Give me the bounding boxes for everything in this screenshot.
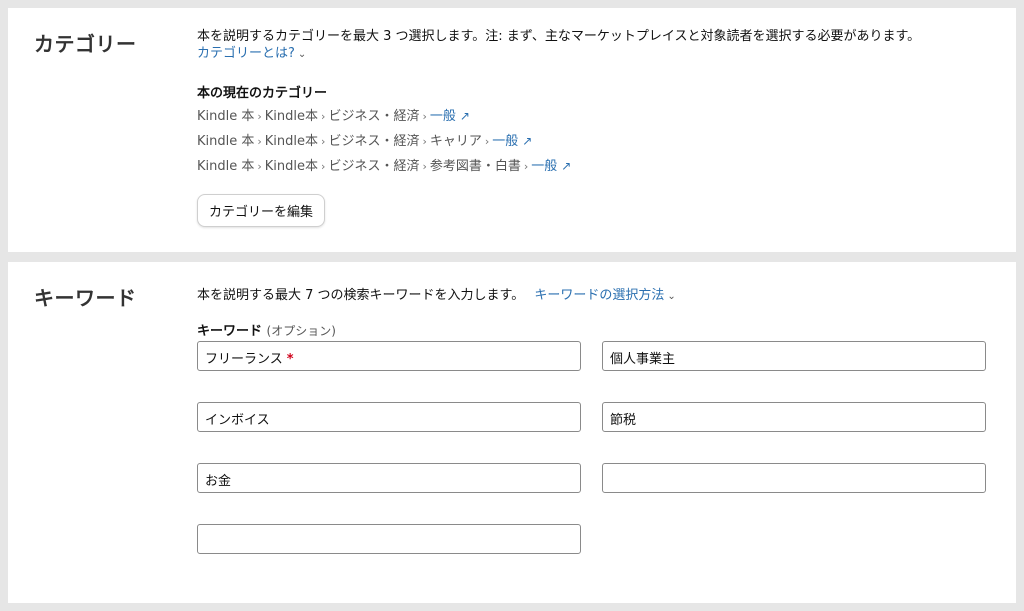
category-path-segment: Kindle 本 (197, 159, 255, 174)
external-link-icon[interactable]: ↗ (460, 109, 470, 123)
chevron-right-icon: › (257, 160, 262, 173)
current-categories-heading: 本の現在のカテゴリー (197, 86, 328, 101)
category-leaf-link[interactable]: 一般 (430, 109, 456, 124)
keyword-input-2[interactable]: 個人事業主 (602, 341, 986, 371)
keywords-optional-text: (オプション) (266, 324, 336, 338)
keywords-content: 本を説明する最大 7 つの検索キーワードを入力します。 キーワードの選択方法 ⌄ … (197, 287, 996, 339)
category-path-segment: Kindle本 (264, 134, 319, 149)
keywords-field-label: キーワード (オプション) (197, 320, 996, 339)
category-path: Kindle 本 › Kindle本 › ビジネス・経済 › キャリア › 一般 ↗ (197, 129, 996, 154)
keyword-input-3[interactable]: インボイス (197, 402, 581, 432)
keywords-section: キーワード 本を説明する最大 7 つの検索キーワードを入力します。 キーワードの… (8, 262, 1016, 603)
categories-section: カテゴリー 本を説明するカテゴリーを最大 3 つ選択します。注: まず、主なマー… (8, 8, 1016, 252)
chevron-right-icon: › (422, 110, 427, 123)
categories-help-link[interactable]: カテゴリーとは? (197, 46, 295, 61)
chevron-right-icon: › (422, 135, 427, 148)
category-path-list: Kindle 本 › Kindle本 › ビジネス・経済 › 一般 ↗ Kindle 本 › Kin… (197, 104, 996, 179)
chevron-right-icon: › (321, 110, 326, 123)
category-path-segment: 参考図書・白書 (429, 159, 521, 174)
keywords-description: 本を説明する最大 7 つの検索キーワードを入力します。 (197, 288, 525, 303)
keyword-value-2: 個人事業主 (610, 352, 676, 367)
keyword-input-5[interactable]: お金 (197, 463, 581, 493)
chevron-right-icon: › (523, 160, 529, 173)
chevron-right-icon: › (257, 110, 262, 123)
category-leaf-link[interactable]: 一般 (531, 159, 557, 174)
keywords-description-row: 本を説明する最大 7 つの検索キーワードを入力します。 キーワードの選択方法 ⌄ (197, 287, 996, 305)
keywords-help-link[interactable]: キーワードの選択方法 (534, 288, 664, 303)
keywords-label-text: キーワード (197, 324, 263, 339)
chevron-right-icon: › (484, 135, 490, 148)
categories-help[interactable]: カテゴリーとは? ⌄ (197, 45, 996, 63)
external-link-icon[interactable]: ↗ (522, 134, 532, 148)
chevron-right-icon: › (257, 135, 262, 148)
category-path-segment: Kindle本 (264, 109, 319, 124)
category-path-segment: Kindle 本 (197, 109, 255, 124)
keywords-title: キーワード (34, 286, 137, 310)
required-marker: * (286, 352, 294, 367)
chevron-right-icon: › (321, 135, 326, 148)
category-path-segment: Kindle本 (264, 159, 319, 174)
category-path-segment: ビジネス・経済 (328, 159, 420, 174)
category-path-segment: ビジネス・経済 (328, 109, 420, 124)
chevron-down-icon: ⌄ (297, 49, 307, 60)
category-path: Kindle 本 › Kindle本 › ビジネス・経済 › 参考図書・白書 › 一般 ↗ (197, 154, 996, 179)
categories-title: カテゴリー (34, 32, 137, 56)
keyword-value-3: インボイス (205, 413, 270, 428)
chevron-down-icon: ⌄ (667, 291, 676, 302)
keyword-input-7[interactable] (197, 524, 581, 554)
category-path-segment: ビジネス・経済 (328, 134, 420, 149)
categories-description: 本を説明するカテゴリーを最大 3 つ選択します。注: まず、主なマーケットプレイ… (197, 29, 921, 44)
category-path-segment: キャリア (429, 134, 482, 149)
edit-categories-button[interactable]: カテゴリーを編集 (197, 194, 326, 227)
keyword-value-1: フリーランス (205, 352, 283, 367)
keyword-value-5: お金 (205, 474, 232, 489)
keyword-input-4[interactable]: 節税 (602, 402, 986, 432)
categories-content: 本を説明するカテゴリーを最大 3 つ選択します。注: まず、主なマーケットプレイ… (197, 28, 996, 227)
chevron-right-icon: › (422, 160, 427, 173)
category-leaf-link[interactable]: 一般 (492, 134, 518, 149)
keyword-input-1[interactable]: フリーランス * (197, 341, 581, 371)
chevron-right-icon: › (321, 160, 326, 173)
external-link-icon[interactable]: ↗ (561, 159, 571, 173)
keyword-input-6[interactable] (602, 463, 986, 493)
category-path: Kindle 本 › Kindle本 › ビジネス・経済 › 一般 ↗ (197, 104, 996, 129)
category-path-segment: Kindle 本 (197, 134, 255, 149)
keyword-value-4: 節税 (610, 413, 637, 428)
